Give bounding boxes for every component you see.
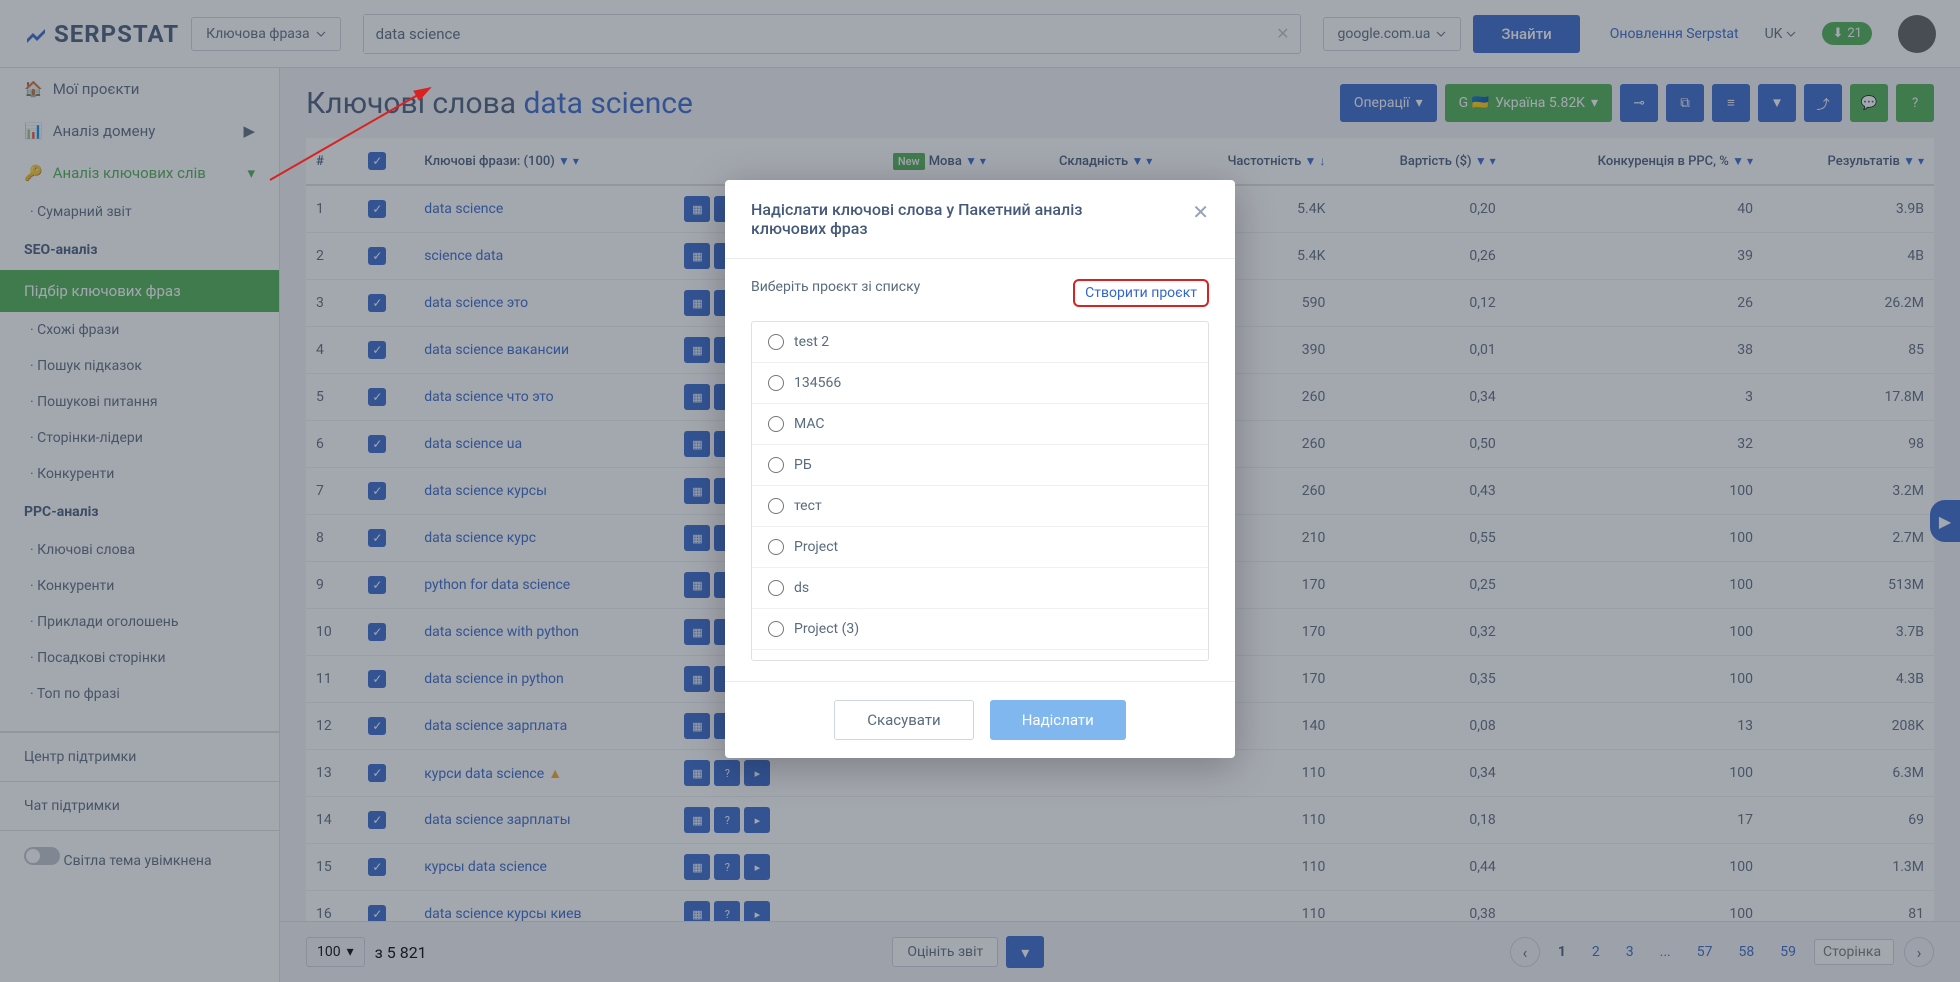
modal-close[interactable]: ✕ <box>1192 200 1209 238</box>
project-list: test 2134566MACРБтестProjectdsProject (3… <box>751 321 1209 661</box>
project-item[interactable]: Project <box>752 527 1208 568</box>
project-radio[interactable] <box>768 539 784 555</box>
project-radio[interactable] <box>768 375 784 391</box>
project-item[interactable]: test 2 <box>752 322 1208 363</box>
project-item[interactable]: test <box>752 650 1208 661</box>
project-item[interactable]: 134566 <box>752 363 1208 404</box>
project-item[interactable]: MAC <box>752 404 1208 445</box>
modal-overlay: Надіслати ключові слова у Пакетний аналі… <box>0 0 1960 982</box>
modal-title: Надіслати ключові слова у Пакетний аналі… <box>751 200 1131 238</box>
modal: Надіслати ключові слова у Пакетний аналі… <box>725 180 1235 758</box>
project-radio[interactable] <box>768 457 784 473</box>
project-radio[interactable] <box>768 334 784 350</box>
project-radio[interactable] <box>768 416 784 432</box>
cancel-button[interactable]: Скасувати <box>834 700 973 740</box>
project-radio[interactable] <box>768 580 784 596</box>
modal-select-label: Виберіть проєкт зі списку <box>751 279 920 307</box>
project-item[interactable]: Project (3) <box>752 609 1208 650</box>
project-item[interactable]: РБ <box>752 445 1208 486</box>
send-button[interactable]: Надіслати <box>990 700 1126 740</box>
project-item[interactable]: ds <box>752 568 1208 609</box>
project-radio[interactable] <box>768 621 784 637</box>
project-radio[interactable] <box>768 498 784 514</box>
create-project-link[interactable]: Створити проєкт <box>1073 279 1209 307</box>
project-item[interactable]: тест <box>752 486 1208 527</box>
